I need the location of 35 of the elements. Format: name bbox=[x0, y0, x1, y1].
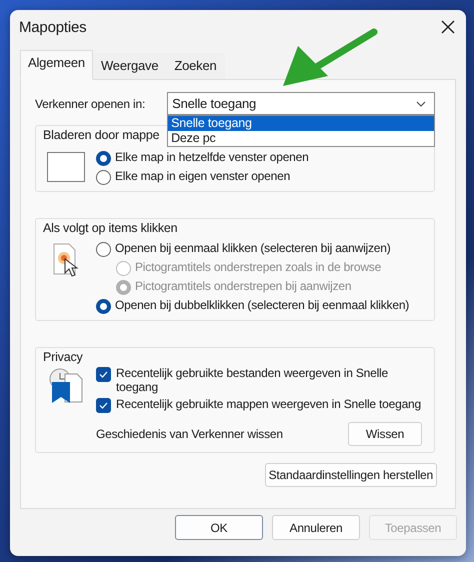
checkbox[interactable] bbox=[96, 367, 111, 382]
checkbox-label: Recentelijk gebruikte mappen weergeven in Snelle toegang bbox=[116, 397, 422, 411]
option-label: Pictogramtitels onderstrepen bij aanwijzen bbox=[135, 279, 352, 293]
dropdown-option[interactable]: Deze pc bbox=[168, 131, 434, 146]
close-icon[interactable] bbox=[440, 19, 456, 35]
group-title: Bladeren door mappe bbox=[41, 128, 162, 142]
dropdown-option[interactable]: Snelle toegang bbox=[168, 116, 434, 131]
group-title: Als volgt op items klikken bbox=[41, 221, 180, 235]
field-label: Verkenner openen in: bbox=[35, 96, 146, 110]
window-icon bbox=[47, 152, 85, 182]
clear-button[interactable]: Wissen bbox=[348, 422, 422, 446]
recent-files-icon bbox=[49, 368, 83, 404]
radio-button[interactable] bbox=[96, 170, 111, 185]
clear-history-label: Geschiedenis van Verkenner wissen bbox=[96, 427, 283, 441]
radio-button[interactable] bbox=[96, 151, 111, 166]
dropdown[interactable]: Snelle toegang bbox=[167, 92, 435, 115]
option-label: Openen bij dubbelklikken (selecteren bij eenmaal klikken) bbox=[115, 298, 410, 312]
tab[interactable]: Algemeen bbox=[20, 50, 93, 80]
restore-defaults-button[interactable]: Standaardinstellingen herstellen bbox=[264, 463, 437, 487]
option-label: Openen bij eenmaal klikken (selecteren bij aanwijzen) bbox=[115, 241, 391, 255]
group-title: Privacy bbox=[41, 350, 85, 364]
option-label: Pictogramtitels onderstrepen zoals in de browse bbox=[135, 260, 382, 274]
option-label: Elke map in hetzelfde venster openen bbox=[115, 150, 309, 164]
checkbox[interactable] bbox=[96, 398, 111, 413]
checkmark-icon bbox=[99, 371, 108, 378]
dialog-button[interactable]: Annuleren bbox=[272, 515, 360, 540]
checkmark-icon bbox=[99, 402, 108, 409]
radio-button[interactable] bbox=[96, 299, 111, 314]
option-label: Elke map in eigen venster openen bbox=[115, 169, 290, 183]
click-icon bbox=[52, 243, 80, 277]
checkbox-label: Recentelijk gebruikte bestanden weergeven in Snelle toegang bbox=[116, 366, 389, 394]
radio-button[interactable] bbox=[96, 242, 111, 257]
window-title: Mapopties bbox=[19, 18, 86, 36]
caret-icon bbox=[416, 100, 426, 106]
dialog-button[interactable]: OK bbox=[175, 515, 263, 540]
